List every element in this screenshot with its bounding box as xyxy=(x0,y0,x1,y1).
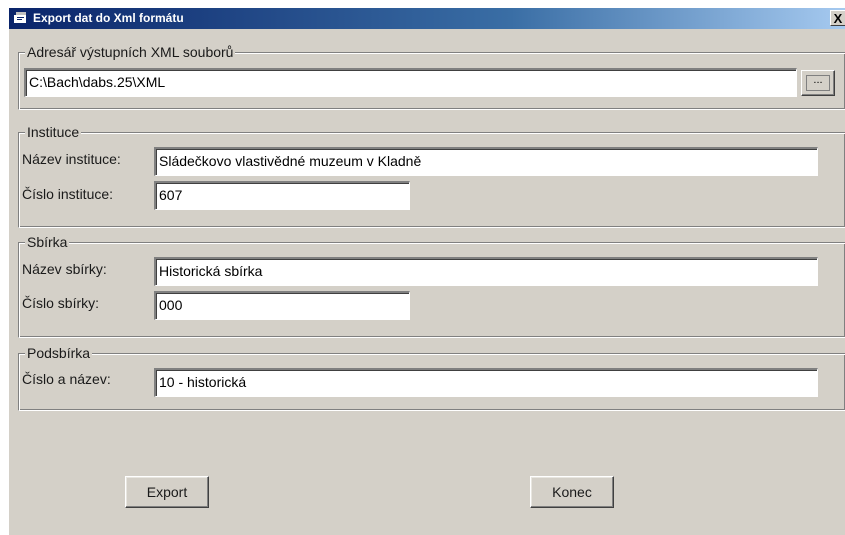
export-button[interactable]: Export xyxy=(125,476,209,508)
export-dialog: Export dat do Xml formátu X Adresář výst… xyxy=(8,7,845,535)
institution-number-label: Číslo instituce: xyxy=(22,186,114,202)
collection-number-input[interactable]: 000 xyxy=(154,291,410,320)
close-icon: X xyxy=(833,11,843,26)
window-title: Export dat do Xml formátu xyxy=(33,11,184,25)
subcollection-label: Číslo a název: xyxy=(22,371,111,387)
output-dir-legend: Adresář výstupních XML souborů xyxy=(25,44,236,60)
collection-name-input[interactable]: Historická sbírka xyxy=(154,257,818,286)
subcollection-legend: Podsbírka xyxy=(25,345,93,361)
institution-name-label: Název instituce: xyxy=(22,151,121,167)
collection-name-label: Název sbírky: xyxy=(22,261,107,277)
institution-legend: Instituce xyxy=(25,124,82,140)
title-bar: Export dat do Xml formátu X xyxy=(9,8,845,29)
institution-name-input[interactable]: Sládečkovo vlastivědné muzeum v Kladně xyxy=(154,147,818,176)
close-window-button[interactable]: X xyxy=(830,10,845,26)
institution-number-input[interactable]: 607 xyxy=(154,181,410,210)
close-button[interactable]: Konec xyxy=(530,476,614,508)
app-icon xyxy=(14,12,26,23)
collection-number-label: Číslo sbírky: xyxy=(22,295,100,311)
output-dir-input[interactable]: C:\Bach\dabs.25\XML xyxy=(24,68,797,97)
subcollection-input[interactable]: 10 - historická xyxy=(154,368,818,397)
collection-legend: Sbírka xyxy=(25,234,70,250)
browse-button[interactable]: ... xyxy=(801,70,835,96)
browse-icon: ... xyxy=(806,75,830,91)
